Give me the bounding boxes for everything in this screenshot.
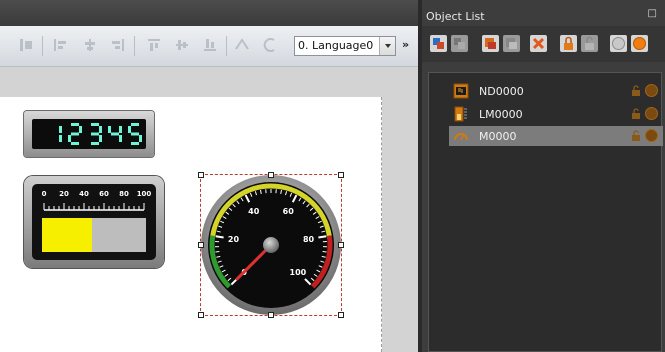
chevron-down-icon[interactable] xyxy=(379,37,395,55)
tick-label: 60 xyxy=(99,190,109,198)
align-bottom-icon[interactable] xyxy=(202,37,218,53)
display-digit xyxy=(108,126,122,142)
numeric-display-screen xyxy=(32,119,146,149)
resize-handle[interactable] xyxy=(198,172,204,178)
object-tree: ND0000 LM0000 M0000 xyxy=(428,72,663,352)
numeric-display-digits xyxy=(59,123,142,145)
resize-handle[interactable] xyxy=(268,172,274,178)
digit-segment xyxy=(91,132,99,136)
resize-handle[interactable] xyxy=(268,312,274,318)
align-left-edges-icon[interactable] xyxy=(52,37,68,53)
object-list-toolbar xyxy=(422,26,665,62)
digit-segment xyxy=(119,126,122,133)
resize-handle[interactable] xyxy=(338,172,344,178)
digit-segment xyxy=(131,142,139,145)
hide-icon[interactable] xyxy=(610,35,627,52)
digit-segment xyxy=(91,142,99,145)
digit-segment xyxy=(59,135,62,142)
lock-icon[interactable] xyxy=(560,35,577,52)
list-item-label: M0000 xyxy=(479,130,517,143)
tick-label: 100 xyxy=(137,190,152,198)
toolbar-separator xyxy=(134,36,135,56)
language-select[interactable]: 0. Language0 xyxy=(294,36,396,56)
bring-to-front-icon[interactable] xyxy=(482,35,499,52)
digit-segment xyxy=(59,126,62,133)
tick-label: 20 xyxy=(59,190,69,198)
digit-segment xyxy=(119,135,122,142)
align-top-icon[interactable] xyxy=(146,37,162,53)
lock-icon[interactable] xyxy=(631,85,641,96)
digit-segment xyxy=(111,132,119,136)
digit-segment xyxy=(91,123,99,126)
tick-label: 80 xyxy=(119,190,129,198)
digit-segment xyxy=(71,123,79,126)
meter-icon xyxy=(454,133,468,141)
level-meter-icon xyxy=(454,106,467,122)
list-item-selected[interactable]: M0000 xyxy=(449,126,663,146)
language-select-value: 0. Language0 xyxy=(298,39,374,52)
digit-segment xyxy=(99,135,102,142)
flip-icon[interactable] xyxy=(234,37,250,53)
level-meter-widget[interactable]: 0 20 40 60 80 100 xyxy=(24,176,164,268)
resize-handle[interactable] xyxy=(198,312,204,318)
editor-area: 0 20 40 60 80 100 0 20 40 60 80 100 0. Language0 » xyxy=(0,0,418,352)
display-digit xyxy=(68,123,82,145)
delete-icon[interactable] xyxy=(530,35,547,52)
resize-handle[interactable] xyxy=(338,242,344,248)
digit-segment xyxy=(79,126,82,133)
lock-icon[interactable] xyxy=(631,130,641,141)
digit-segment xyxy=(108,126,111,133)
editor-title-strip xyxy=(0,0,418,26)
digit-segment xyxy=(131,123,139,126)
level-meter-bar xyxy=(42,218,146,252)
display-digit xyxy=(59,126,62,142)
digit-segment xyxy=(71,142,79,145)
list-item-label: ND0000 xyxy=(479,85,524,98)
digit-segment xyxy=(131,132,139,136)
resize-handle[interactable] xyxy=(338,312,344,318)
panel-title: Object List xyxy=(426,10,485,23)
align-center-icon[interactable] xyxy=(82,37,98,53)
toolbar-overflow-icon[interactable]: » xyxy=(402,38,409,51)
object-list-panel: Object List □ ND0000 LM0000 M0000 xyxy=(422,0,665,352)
send-to-back-icon[interactable] xyxy=(503,35,520,52)
resize-handle[interactable] xyxy=(198,242,204,248)
lock-icon[interactable] xyxy=(631,108,641,119)
level-meter-fill xyxy=(42,218,92,252)
numeric-display-widget[interactable] xyxy=(24,111,154,157)
digit-segment xyxy=(128,126,131,133)
visibility-icon[interactable] xyxy=(645,107,658,120)
unlock-icon[interactable] xyxy=(581,35,598,52)
send-backward-icon[interactable] xyxy=(451,35,468,52)
align-middle-icon[interactable] xyxy=(174,37,190,53)
show-icon[interactable] xyxy=(631,35,648,52)
align-left-icon[interactable] xyxy=(18,37,34,53)
visibility-icon[interactable] xyxy=(645,84,658,97)
selection-frame xyxy=(198,172,344,318)
visibility-icon[interactable] xyxy=(645,129,658,142)
display-digit xyxy=(128,123,142,145)
level-meter-scale: 0 20 40 60 80 100 xyxy=(42,190,152,211)
pin-icon[interactable]: □ xyxy=(648,8,657,19)
tick-label: 40 xyxy=(79,190,89,198)
list-item-label: LM0000 xyxy=(479,108,523,121)
digit-segment xyxy=(99,126,102,133)
digit-segment xyxy=(71,132,79,136)
rotate-icon[interactable] xyxy=(262,37,278,53)
toolbar-separator xyxy=(42,36,43,56)
numeric-display-icon xyxy=(453,83,469,99)
bring-forward-icon[interactable] xyxy=(430,35,447,52)
digit-segment xyxy=(68,135,71,142)
digit-segment xyxy=(139,135,142,142)
list-item[interactable]: ND0000 xyxy=(449,81,663,101)
tick-label: 0 xyxy=(42,190,47,198)
align-right-icon[interactable] xyxy=(110,37,126,53)
toolbar-separator xyxy=(226,36,227,56)
display-digit xyxy=(91,123,102,145)
level-meter-face: 0 20 40 60 80 100 xyxy=(32,184,156,260)
list-item[interactable]: LM0000 xyxy=(449,104,663,124)
